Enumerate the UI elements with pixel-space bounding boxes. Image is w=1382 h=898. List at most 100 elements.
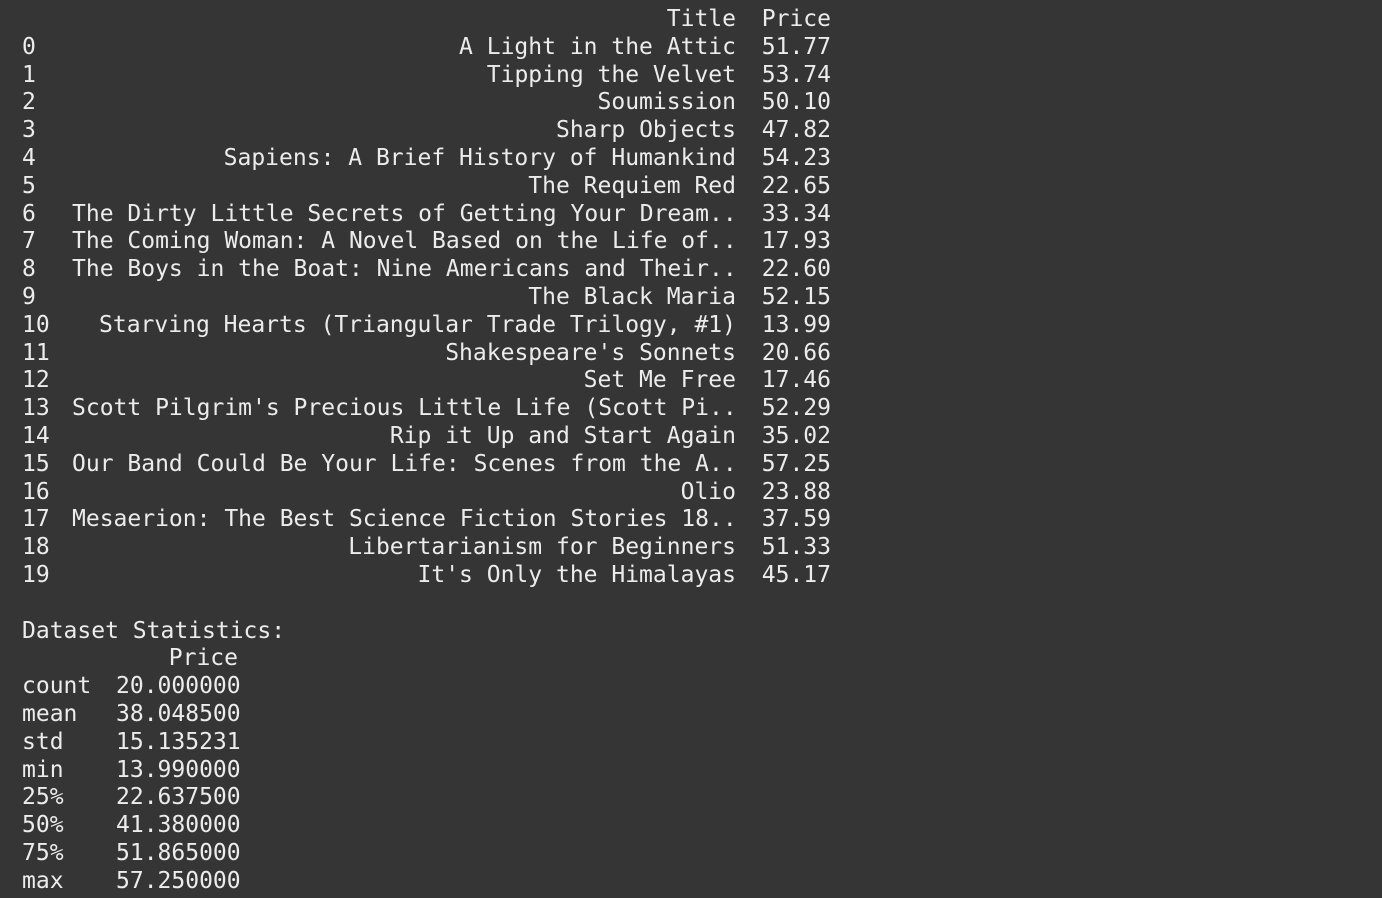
row-title: The Boys in the Boat: Nine Americans and… [72, 256, 736, 283]
row-index: 14 [22, 422, 50, 449]
row-price: 51.77 [761, 33, 831, 60]
table-row: 8 The Boys in the Boat: Nine Americans an… [22, 256, 831, 284]
table-row: 1 Tipping the Velvet 53.74 [22, 62, 831, 90]
row-index: 18 [22, 534, 50, 561]
row-price: 53.74 [761, 61, 831, 88]
statistic-label: mean [22, 700, 78, 727]
table-row: 14 Rip it Up and Start Again 35.02 [22, 423, 831, 451]
statistics-row: mean 38.048500 [22, 700, 241, 729]
row-index: 12 [22, 367, 50, 394]
column-header-price: Price [761, 6, 831, 32]
row-price: 22.60 [761, 256, 831, 283]
row-index: 2 [22, 89, 36, 116]
row-index: 5 [22, 172, 36, 199]
row-price: 50.10 [761, 89, 831, 116]
row-title: Rip it Up and Start Again [389, 422, 736, 449]
row-title: The Black Maria [528, 283, 736, 310]
row-index: 4 [22, 144, 36, 171]
row-title: Our Band Could Be Your Life: Scenes from… [72, 450, 736, 477]
table-row: 9 The Black Maria 52.15 [22, 284, 831, 312]
statistic-value: 38.048500 [116, 700, 241, 727]
row-price: 37.59 [761, 506, 831, 533]
row-price: 22.65 [761, 172, 831, 199]
row-price: 35.02 [761, 422, 831, 449]
row-index: 13 [22, 395, 50, 422]
statistic-value: 15.135231 [116, 728, 241, 755]
dataframe-rows: 0 A Light in the Attic 51.77 1 Tipping the V… [22, 34, 1382, 590]
row-price: 51.33 [761, 534, 831, 561]
row-price: 23.88 [761, 478, 831, 505]
statistic-value: 13.990000 [116, 756, 241, 783]
statistics-rows: count 20.000000 mean 38.048500 std 15.135231 m… [22, 673, 1382, 895]
row-title: It's Only the Himalayas [417, 561, 737, 588]
table-row: 7 The Coming Woman: A Novel Based on the … [22, 228, 831, 256]
table-row: 17 Mesaerion: The Best Science Fiction St… [22, 506, 831, 534]
row-price: 57.25 [761, 450, 831, 477]
statistic-value: 41.380000 [116, 812, 241, 839]
statistics-index-header [22, 645, 116, 673]
row-index: 17 [22, 506, 50, 533]
row-price: 17.93 [761, 228, 831, 255]
statistic-value: 57.250000 [116, 867, 241, 894]
row-title: Sapiens: A Brief History of Humankind [223, 144, 736, 171]
statistic-label: 25% [22, 784, 64, 811]
statistic-label: count [22, 673, 92, 700]
statistic-label: max [22, 867, 64, 894]
row-price: 47.82 [761, 117, 831, 144]
statistics-header: Price [22, 645, 238, 673]
row-index: 16 [22, 478, 50, 505]
row-index: 8 [22, 256, 36, 283]
row-index: 15 [22, 450, 50, 477]
column-header-title: Title [666, 6, 736, 32]
row-price: 20.66 [761, 339, 831, 366]
row-index: 19 [22, 561, 50, 588]
statistics-row: min 13.990000 [22, 756, 241, 785]
table-row: 18 Libertarianism for Beginners 51.33 [22, 534, 831, 562]
row-title: The Requiem Red [528, 172, 736, 199]
statistics-row: max 57.250000 [22, 867, 241, 896]
statistic-label: min [22, 756, 64, 783]
row-price: 13.99 [761, 311, 831, 338]
terminal-output: Title Price 0 A Light in the Attic 51.77 1 T… [22, 6, 1382, 898]
statistics-row: 75% 51.865000 [22, 839, 241, 868]
row-index: 11 [22, 339, 50, 366]
row-index: 9 [22, 283, 36, 310]
table-row: 4 Sapiens: A Brief History of Humankind 54… [22, 145, 831, 173]
statistic-label: 75% [22, 839, 64, 866]
row-title: Libertarianism for Beginners [348, 534, 736, 561]
table-row: 2 Soumission 50.10 [22, 89, 831, 117]
statistics-column-header: Price [168, 645, 238, 672]
row-price: 45.17 [761, 561, 831, 588]
table-row: 6 The Dirty Little Secrets of Getting You… [22, 201, 831, 229]
table-row: 11 Shakespeare's Sonnets 20.66 [22, 340, 831, 368]
table-row: 0 A Light in the Attic 51.77 [22, 34, 831, 62]
row-title: A Light in the Attic [459, 33, 736, 60]
statistics-row: 25% 22.637500 [22, 784, 241, 812]
dataframe-header: Title Price [22, 6, 831, 34]
row-title: Soumission [597, 89, 736, 116]
row-index: 7 [22, 228, 36, 255]
statistic-value: 51.865000 [116, 839, 241, 866]
table-row: 5 The Requiem Red 22.65 [22, 173, 831, 201]
row-price: 52.15 [761, 283, 831, 310]
statistics-heading: Dataset Statistics: [22, 617, 286, 644]
index-header [22, 6, 72, 34]
row-price: 33.34 [761, 200, 831, 227]
row-title: Starving Hearts (Triangular Trade Trilog… [99, 311, 736, 338]
row-title: Shakespeare's Sonnets [445, 339, 736, 366]
row-title: Tipping the Velvet [486, 61, 736, 88]
row-price: 54.23 [761, 144, 831, 171]
row-title: Scott Pilgrim's Precious Little Life (Sc… [72, 395, 736, 422]
statistic-label: 50% [22, 812, 64, 839]
row-title: Set Me Free [583, 367, 736, 394]
statistics-row: std 15.135231 [22, 728, 241, 757]
row-title: The Dirty Little Secrets of Getting Your… [72, 200, 736, 227]
table-row: 3 Sharp Objects 47.82 [22, 117, 831, 145]
statistic-value: 20.000000 [116, 673, 241, 700]
row-title: Mesaerion: The Best Science Fiction Stor… [72, 506, 736, 533]
row-index: 3 [22, 117, 36, 144]
row-index: 1 [22, 61, 36, 88]
table-row: 19 It's Only the Himalayas 45.17 [22, 562, 831, 590]
row-index: 10 [22, 311, 50, 338]
